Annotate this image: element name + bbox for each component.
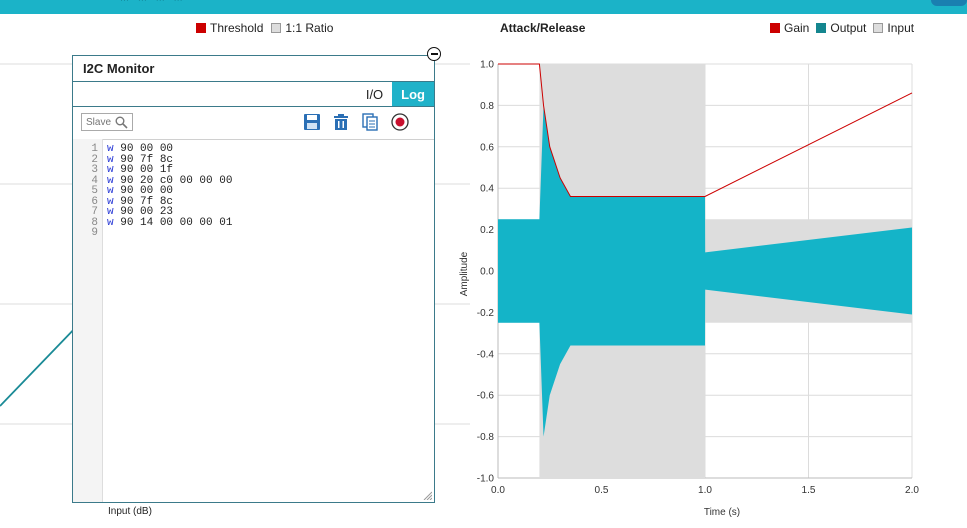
top-toolbar: ⋯ ⋯ ⋯ ⋯ (0, 0, 967, 14)
y-tick-label: 0.2 (480, 225, 494, 236)
y-tick-labels: 1.0 0.8 0.6 0.4 0.2 0.0 -0.2 -0.4 -0.6 -0.8 -1.0 (477, 60, 495, 485)
toolbar-icons: ⋯ ⋯ ⋯ ⋯ (120, 0, 186, 6)
close-panel-icon[interactable] (427, 47, 441, 61)
top-right-button[interactable] (931, 0, 967, 6)
legend-ratio: 1:1 Ratio (285, 21, 334, 35)
x-tick-label: 1.5 (802, 485, 816, 496)
log-editor[interactable]: 123456789 w 90 00 00 w 90 7f 8c w 90 00 1f… (73, 139, 434, 502)
legend-output: Output (830, 21, 867, 35)
y-tick-label: -0.8 (477, 432, 495, 443)
left-chart-xlabel: Input (dB) (108, 506, 152, 517)
output-swatch (816, 23, 827, 33)
line-numbers: 123456789 (73, 139, 103, 502)
y-tick-label: -0.6 (477, 391, 495, 402)
gain-swatch (770, 23, 780, 33)
log-content[interactable]: w 90 00 00 w 90 7f 8c w 90 00 1f w 90 20 c0… (103, 139, 232, 502)
copy-icon[interactable] (361, 113, 379, 131)
chart-title: Attack/Release (500, 21, 586, 35)
save-icon[interactable] (303, 113, 321, 131)
tab-log[interactable]: Log (392, 82, 434, 106)
y-tick-label: -0.2 (477, 308, 495, 319)
y-tick-label: 0.8 (480, 101, 494, 112)
x-tick-label: 0.0 (491, 485, 505, 496)
log-bytes: 90 14 00 00 00 01 (120, 216, 233, 229)
trash-icon[interactable] (332, 113, 350, 131)
attack-release-chart: 1.0 0.8 0.6 0.4 0.2 0.0 -0.2 -0.4 -0.6 -0.8 -1.0 0… (459, 60, 919, 519)
line-number: 3 (91, 164, 98, 176)
legend-gain: Gain (784, 21, 810, 35)
ratio-swatch (271, 23, 282, 33)
left-chart-curve (0, 322, 81, 407)
y-tick-label: 0.6 (480, 142, 494, 153)
x-tick-label: 0.5 (595, 485, 609, 496)
tab-io[interactable]: I/O (357, 82, 392, 106)
log-line: w 90 14 00 00 00 01 (107, 216, 233, 229)
x-tick-label: 2.0 (905, 485, 919, 496)
panel-title: I2C Monitor (73, 56, 434, 82)
x-tick-labels: 0.0 0.5 1.0 1.5 2.0 (491, 485, 919, 496)
y-tick-label: 0.4 (480, 184, 494, 195)
y-tick-label: 1.0 (480, 60, 494, 71)
y-tick-label: -0.4 (477, 349, 495, 360)
search-icon[interactable] (115, 116, 128, 129)
line-number: 1 (91, 143, 98, 155)
y-axis-label: Amplitude (459, 251, 470, 296)
input-swatch (873, 23, 884, 33)
right-chart-legend: Gain Output Input (770, 21, 914, 35)
record-icon[interactable] (391, 113, 409, 131)
legend-input: Input (887, 21, 915, 35)
i2c-monitor-panel[interactable]: I2C Monitor I/O Log Slave 1 2 3 4 5 6 7 … (72, 47, 441, 503)
slave-input[interactable] (86, 116, 112, 128)
y-tick-label: 0.0 (480, 267, 494, 278)
line-number: 7 (91, 206, 98, 218)
slave-filter[interactable] (81, 113, 133, 131)
line-number: 9 (91, 227, 98, 239)
legend-threshold: Threshold (210, 21, 264, 35)
resize-handle-icon[interactable] (422, 490, 432, 500)
y-tick-label: -1.0 (477, 474, 495, 485)
left-chart-legend: Threshold 1:1 Ratio (196, 21, 333, 35)
line-number: 5 (91, 185, 98, 197)
x-tick-label: 1.0 (698, 485, 712, 496)
log-toolbar (73, 107, 434, 140)
threshold-swatch (196, 23, 206, 33)
monitor-tabs: I/O Log (73, 82, 434, 107)
x-axis-label: Time (s) (704, 507, 740, 518)
